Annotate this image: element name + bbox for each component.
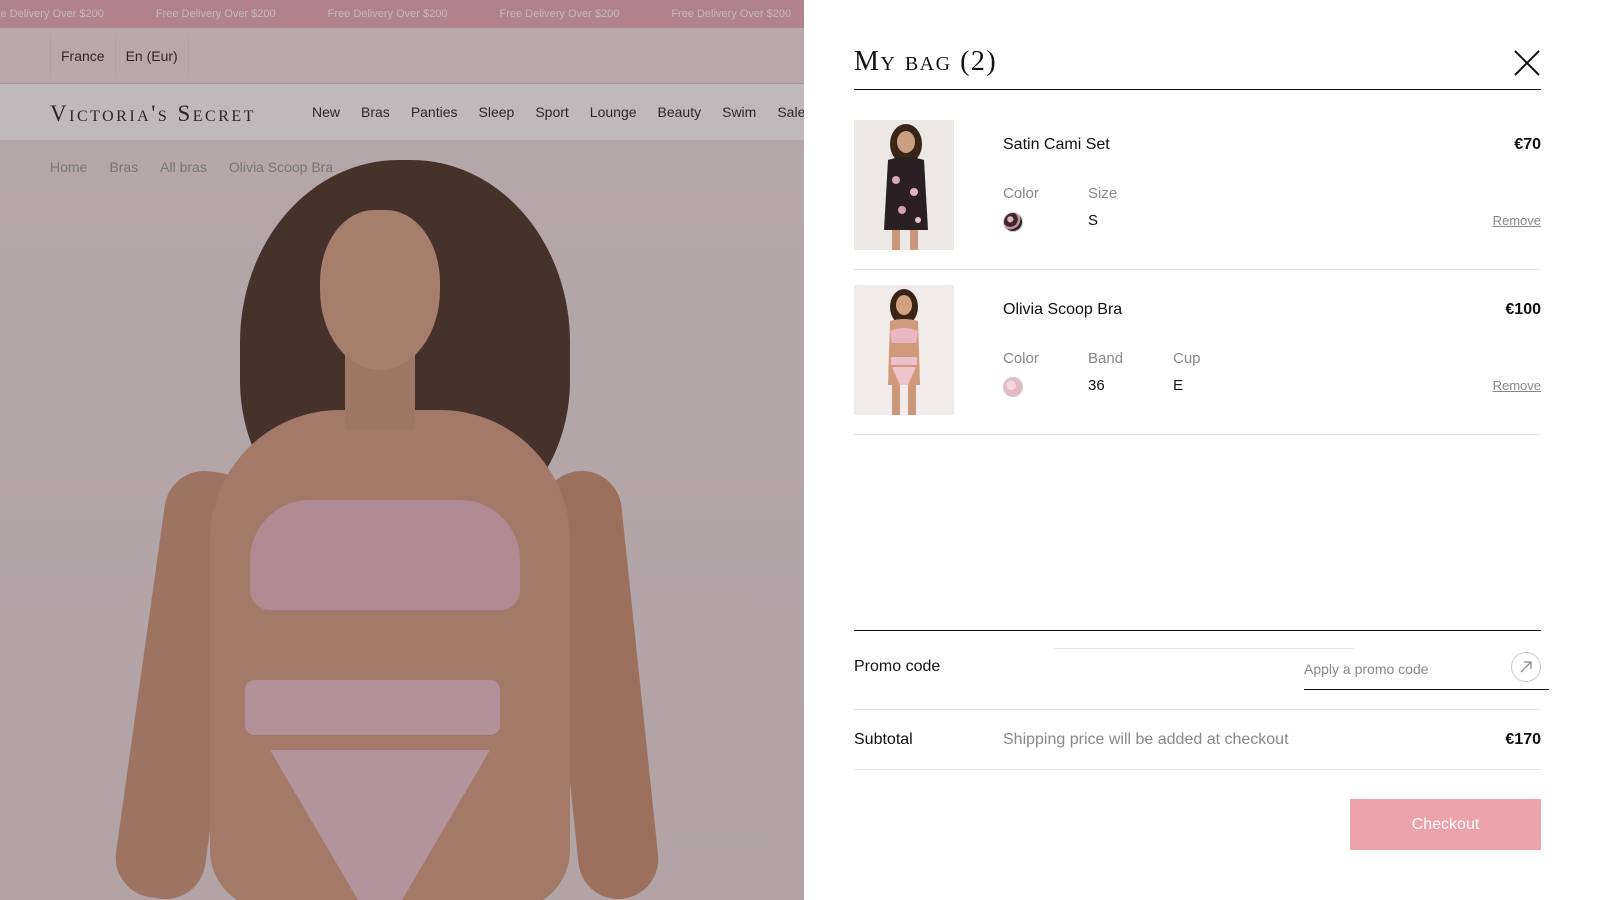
close-button[interactable]	[1513, 49, 1541, 77]
attribute-value: E	[1173, 377, 1184, 394]
item-name[interactable]: Satin Cami Set	[1003, 136, 1110, 154]
bag-item: Olivia Scoop Bra €100 Color Band 36 Cup …	[854, 270, 1541, 435]
item-attribute-color: Color	[1003, 350, 1039, 397]
close-icon	[1514, 50, 1540, 76]
bag-title: My bag (2)	[854, 46, 998, 77]
attribute-label: Size	[1088, 185, 1118, 202]
attribute-label: Color	[1003, 350, 1039, 367]
bag-drawer: My bag (2) Satin Cami Set €70 Color Size…	[804, 0, 1600, 900]
product-image	[854, 285, 954, 415]
item-name[interactable]: Olivia Scoop Bra	[1003, 301, 1122, 319]
attribute-label: Band	[1088, 350, 1124, 367]
subtotal-row: Subtotal Shipping price will be added at…	[854, 710, 1541, 770]
item-attribute-color: Color	[1003, 185, 1039, 232]
remove-item-button[interactable]: Remove	[1493, 213, 1541, 228]
item-attribute-band: Band 36	[1088, 350, 1123, 394]
subtotal-value: €170	[1505, 731, 1541, 748]
breadcrumb-home[interactable]: Home	[50, 159, 87, 175]
product-thumbnail[interactable]	[854, 285, 954, 415]
item-price: €100	[1505, 301, 1541, 318]
breadcrumb-bras[interactable]: Bras	[109, 159, 138, 175]
color-swatch	[1003, 377, 1023, 397]
attribute-value: S	[1088, 212, 1099, 229]
color-swatch	[1003, 212, 1023, 232]
arrow-up-right-icon	[1520, 661, 1532, 673]
remove-item-button[interactable]: Remove	[1493, 378, 1541, 393]
item-price: €70	[1514, 136, 1541, 153]
promo-code-label: Promo code	[854, 658, 941, 675]
shipping-note: Shipping price will be added at checkout	[1003, 731, 1289, 748]
item-attribute-size: Size S	[1088, 185, 1117, 229]
item-attribute-cup: Cup E	[1173, 350, 1201, 394]
attribute-value: 36	[1088, 377, 1105, 394]
bag-header: My bag (2)	[854, 40, 1541, 90]
breadcrumb-current: Olivia Scoop Bra	[228, 159, 334, 175]
checkout-button[interactable]: Checkout	[1350, 799, 1541, 850]
apply-promo-button[interactable]	[1511, 652, 1541, 682]
subtotal-label: Subtotal	[854, 731, 913, 748]
product-thumbnail[interactable]	[854, 120, 954, 250]
product-page-background: Free Delivery Over $200 Free Delivery Ov…	[0, 0, 804, 900]
attribute-label: Cup	[1173, 350, 1201, 367]
drawer-backdrop-overlay[interactable]	[0, 0, 804, 900]
product-image	[854, 120, 954, 250]
bag-item: Satin Cami Set €70 Color Size S Remove	[854, 105, 1541, 270]
breadcrumb-all-bras[interactable]: All bras	[160, 159, 207, 175]
attribute-label: Color	[1003, 185, 1039, 202]
promo-code-row: Promo code	[854, 630, 1549, 710]
breadcrumb: Home Bras All bras Olivia Scoop Bra	[50, 159, 355, 175]
